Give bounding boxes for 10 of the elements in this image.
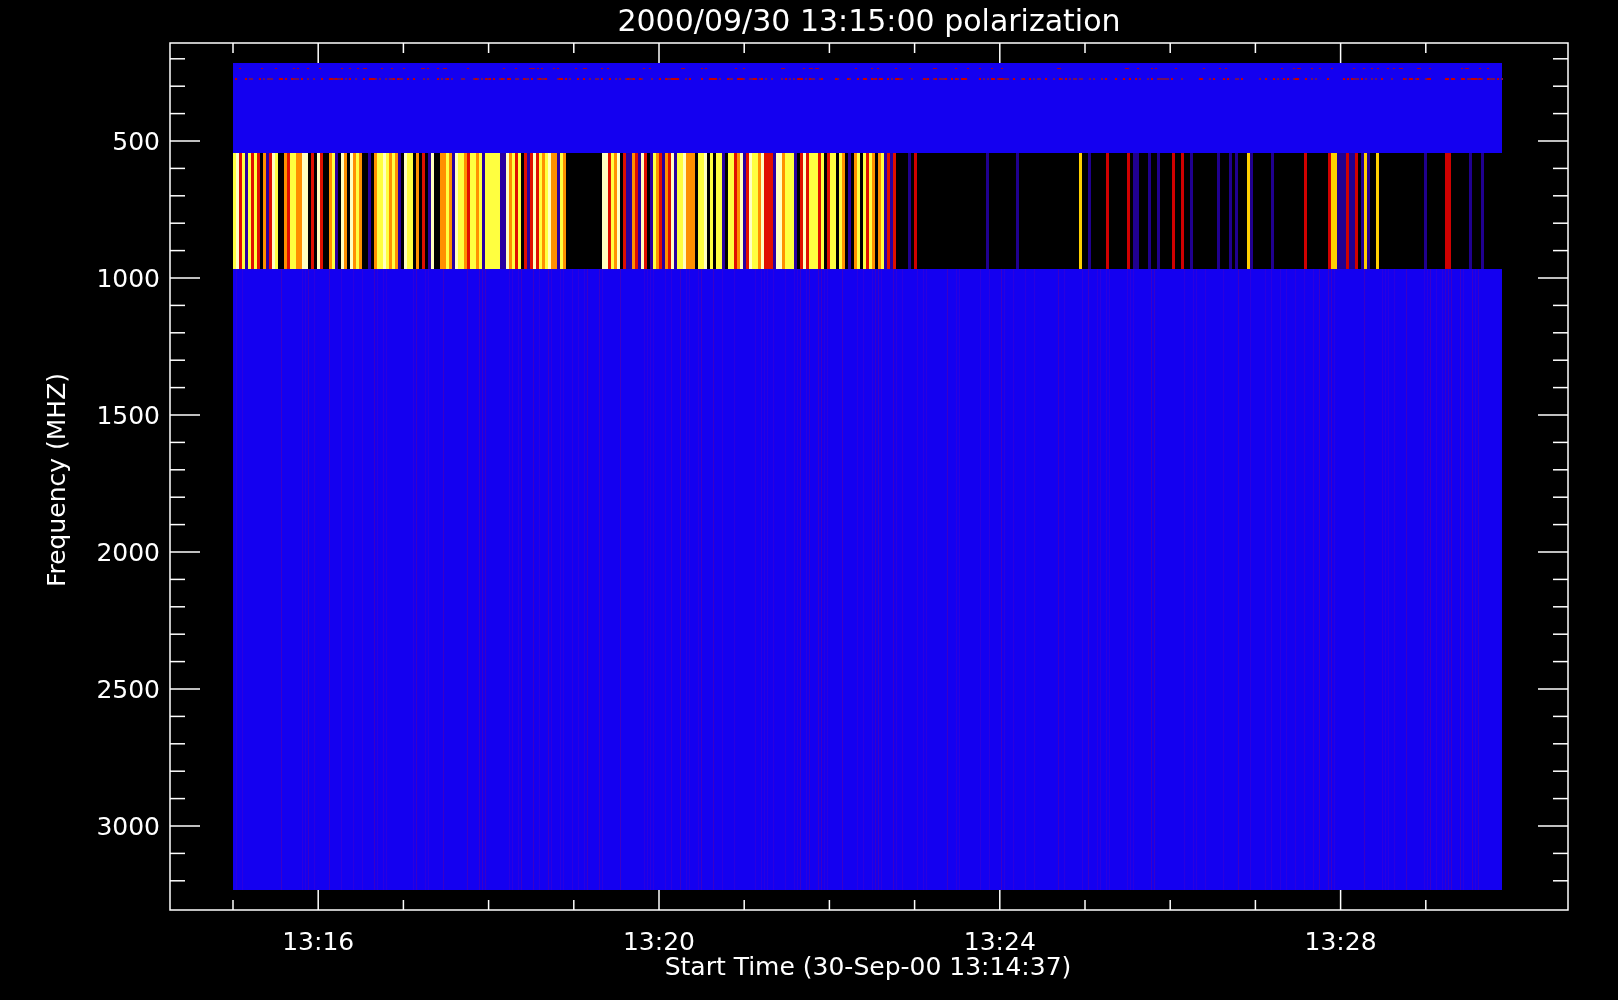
plot-title: 2000/09/30 13:15:00 polarization [617,3,1121,38]
x-tick-label: 13:16 [282,927,355,956]
y-tick-label: 3000 [96,812,160,841]
y-tick-label: 2500 [96,675,160,704]
y-tick-label: 1000 [96,264,160,293]
y-tick-label: 1500 [96,401,160,430]
y-tick-label: 500 [112,127,160,156]
x-tick-label: 13:28 [1304,927,1377,956]
y-tick-label: 2000 [96,538,160,567]
y-axis-label: Frequency (MHZ) [42,372,71,588]
